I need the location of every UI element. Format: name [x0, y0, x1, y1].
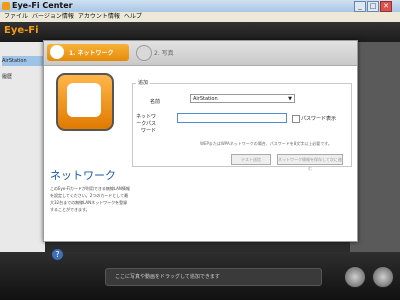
save-next-button[interactable]: ネットワーク情報を保存して次に進む — [277, 154, 343, 171]
network-step-icon — [50, 45, 64, 59]
menu-account[interactable]: アカウント情報 — [78, 12, 120, 22]
title-bar: Eye-Fi Center _ □ ✕ — [0, 0, 400, 12]
password-note: WEPまたはWPAネットワークの場合、パスワードを8文字以上必要です。 — [200, 141, 332, 146]
menu-file[interactable]: ファイル — [4, 12, 28, 22]
menu-bar: ファイル バージョン情報 アカウント情報 ヘルプ — [0, 12, 400, 22]
step-photos[interactable]: 2. 写真 — [134, 44, 204, 61]
app-icon — [2, 2, 10, 10]
password-label: ネットワークパスワード — [136, 114, 157, 134]
minimize-button[interactable]: _ — [354, 1, 366, 12]
chevron-down-icon: ▼ — [288, 96, 292, 102]
network-select[interactable]: AirStation ▼ — [190, 94, 295, 103]
show-password-label: パスワード表示 — [301, 116, 337, 122]
maximize-button[interactable]: □ — [367, 1, 379, 12]
step-network-label: 1. ネットワーク — [69, 50, 114, 57]
step-photos-label: 2. 写真 — [154, 50, 174, 57]
sidebar-item-airstation[interactable]: AirStation — [2, 56, 43, 66]
upload-button[interactable] — [372, 266, 394, 288]
network-select-value: AirStation — [193, 96, 218, 102]
dialog-steps: 1. ネットワーク 2. 写真 — [44, 41, 357, 66]
setup-dialog: 1. ネットワーク 2. 写真 ネットワーク このEye-Fiカードが利用できる… — [43, 40, 358, 260]
app-logo: Eye-Fi — [4, 25, 39, 36]
dialog-info-panel: ネットワーク このEye-Fiカードが利用できる無線LAN情報を設定してください… — [48, 71, 130, 260]
drop-zone-hint: ここに写真や動画をドラッグして追加できます — [115, 274, 220, 280]
window-title: Eye-Fi Center — [12, 1, 73, 10]
show-password-checkbox[interactable] — [292, 115, 300, 123]
menu-help[interactable]: ヘルプ — [124, 12, 142, 22]
test-button[interactable]: テスト送信 — [231, 154, 271, 165]
app-header: Eye-Fi — [0, 22, 400, 42]
section-title: ネットワーク — [50, 169, 116, 182]
menu-version[interactable]: バージョン情報 — [32, 12, 74, 22]
step-network[interactable]: 1. ネットワーク — [47, 44, 129, 61]
help-icon[interactable]: ? — [52, 249, 63, 260]
sidebar: AirStation 履歴 — [0, 42, 45, 252]
network-name-label: 名前 — [150, 99, 161, 105]
group-title: 追加 — [136, 79, 151, 86]
sidebar-item-history[interactable]: 履歴 — [2, 72, 43, 82]
close-button[interactable]: ✕ — [380, 1, 392, 12]
section-description: このEye-Fiカードが利用できる無線LAN情報を設定してください。2つのカード… — [50, 186, 130, 212]
app-window: Eye-Fi Center _ □ ✕ ファイル バージョン情報 アカウント情報… — [0, 0, 400, 300]
wifi-router-icon — [56, 73, 114, 131]
photos-step-icon — [136, 45, 152, 61]
share-button[interactable] — [344, 266, 366, 288]
password-input[interactable] — [177, 113, 287, 123]
